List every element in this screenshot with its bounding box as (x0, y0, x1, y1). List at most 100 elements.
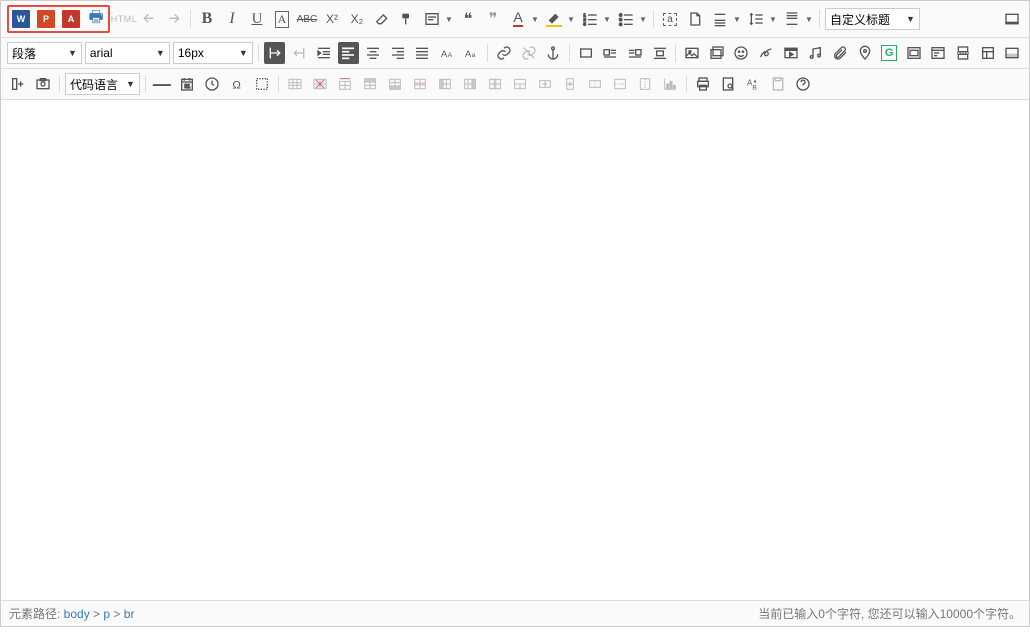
drafts-button[interactable] (767, 73, 789, 95)
align-center-button[interactable] (362, 42, 384, 64)
unlink-button[interactable] (518, 42, 540, 64)
link-button[interactable] (493, 42, 515, 64)
chevron-down-icon[interactable]: ▼ (804, 15, 814, 24)
import-ppt-button[interactable]: P (35, 8, 57, 30)
dir-rtl-button[interactable] (288, 42, 310, 64)
chevron-down-icon[interactable]: ▼ (530, 15, 540, 24)
row-spacing-bottom-button[interactable] (781, 8, 803, 30)
unordered-list-button[interactable] (615, 8, 637, 30)
align-justify-button[interactable] (411, 42, 433, 64)
blockquote-open-button[interactable]: ❝ (457, 8, 479, 30)
special-char-button[interactable]: Ω (226, 73, 248, 95)
insert-row-after-button[interactable] (384, 73, 406, 95)
word-image-button[interactable] (251, 73, 273, 95)
touppercase-button[interactable]: AA (436, 42, 458, 64)
insert-table-button[interactable] (284, 73, 306, 95)
font-family-select[interactable]: arial▼ (85, 42, 170, 64)
split-rows-button[interactable] (609, 73, 631, 95)
insert-col-button[interactable] (7, 73, 29, 95)
print-button-2[interactable] (692, 73, 714, 95)
snapscreen-button[interactable] (32, 73, 54, 95)
video-button[interactable] (780, 42, 802, 64)
attachment-button[interactable] (829, 42, 851, 64)
strikethrough-button[interactable]: ABC (296, 8, 318, 30)
page-break-button[interactable] (952, 42, 974, 64)
insert-row-before-button[interactable] (359, 73, 381, 95)
merge-right-button[interactable] (534, 73, 556, 95)
bold-button[interactable]: B (196, 8, 218, 30)
chevron-down-icon[interactable]: ▼ (566, 15, 576, 24)
template-button[interactable] (977, 42, 999, 64)
image-left-button[interactable] (600, 42, 622, 64)
path-br[interactable]: br (124, 607, 135, 621)
subscript-button[interactable]: X₂ (346, 8, 368, 30)
line-height-button[interactable] (745, 8, 767, 30)
ordered-list-button[interactable]: 123 (579, 8, 601, 30)
code-language-select[interactable]: 代码语言▼ (65, 73, 140, 95)
autotypeset-button[interactable] (421, 8, 443, 30)
tolowercase-button[interactable]: Aa (461, 42, 483, 64)
image-right-button[interactable] (624, 42, 646, 64)
backcolor-button[interactable] (543, 8, 565, 30)
blockquote-close-button[interactable]: ❞ (482, 8, 504, 30)
chevron-down-icon[interactable]: ▼ (444, 15, 454, 24)
custom-style-select[interactable]: 自定义标题▼ (825, 8, 920, 30)
redo-button[interactable] (163, 8, 185, 30)
preview-button[interactable] (717, 73, 739, 95)
chevron-down-icon[interactable]: ▼ (638, 15, 648, 24)
merge-cells-button[interactable] (509, 73, 531, 95)
new-page-button[interactable] (684, 8, 706, 30)
multi-image-button[interactable] (706, 42, 728, 64)
gmap-button[interactable]: G (878, 42, 900, 64)
indent-button[interactable] (313, 42, 335, 64)
undo-button[interactable] (138, 8, 160, 30)
italic-button[interactable]: I (221, 8, 243, 30)
fullscreen-button[interactable] (1001, 8, 1023, 30)
delete-row-button[interactable] (409, 73, 431, 95)
font-border-button[interactable]: A (271, 8, 293, 30)
dir-ltr-button[interactable] (264, 42, 286, 64)
time-button[interactable] (201, 73, 223, 95)
search-replace-button[interactable]: AB (742, 73, 764, 95)
eraser-button[interactable] (371, 8, 393, 30)
delete-table-button[interactable] (309, 73, 331, 95)
import-pdf-button[interactable]: A (60, 8, 82, 30)
forecolor-button[interactable]: A (507, 8, 529, 30)
chevron-down-icon[interactable]: ▼ (732, 15, 742, 24)
superscript-button[interactable]: X² (321, 8, 343, 30)
date-button[interactable]: 31 (176, 73, 198, 95)
insert-frame-button[interactable] (903, 42, 925, 64)
align-left-button[interactable] (338, 42, 360, 64)
help-button[interactable] (792, 73, 814, 95)
paragraph-format-select[interactable]: 段落▼ (7, 42, 82, 64)
row-spacing-top-button[interactable] (709, 8, 731, 30)
chevron-down-icon[interactable]: ▼ (768, 15, 778, 24)
split-cells-button[interactable] (584, 73, 606, 95)
music-button[interactable] (805, 42, 827, 64)
import-word-button[interactable]: W (10, 8, 32, 30)
content-editable-area[interactable] (1, 100, 1029, 600)
align-right-button[interactable] (387, 42, 409, 64)
source-html-button[interactable]: HTML (113, 8, 135, 30)
merge-down-button[interactable] (559, 73, 581, 95)
split-cols-button[interactable] (634, 73, 656, 95)
horizontal-rule-button[interactable]: — (151, 73, 173, 95)
font-size-select[interactable]: 16px▼ (173, 42, 253, 64)
path-body[interactable]: body (64, 607, 90, 621)
underline-button[interactable]: U (246, 8, 268, 30)
image-center-button[interactable] (649, 42, 671, 64)
chevron-down-icon[interactable]: ▼ (602, 15, 612, 24)
emoji-button[interactable] (731, 42, 753, 64)
insert-para-before-table-button[interactable] (334, 73, 356, 95)
image-none-button[interactable] (575, 42, 597, 64)
print-button[interactable]: 🖶 (85, 8, 107, 30)
map-button[interactable] (854, 42, 876, 64)
insert-col-after-button[interactable] (459, 73, 481, 95)
insert-col-before-button[interactable] (434, 73, 456, 95)
delete-col-button[interactable] (484, 73, 506, 95)
format-match-button[interactable] (396, 8, 418, 30)
background-button[interactable] (1001, 42, 1023, 64)
single-image-button[interactable] (681, 42, 703, 64)
anchor-button[interactable] (542, 42, 564, 64)
chart-button[interactable] (659, 73, 681, 95)
